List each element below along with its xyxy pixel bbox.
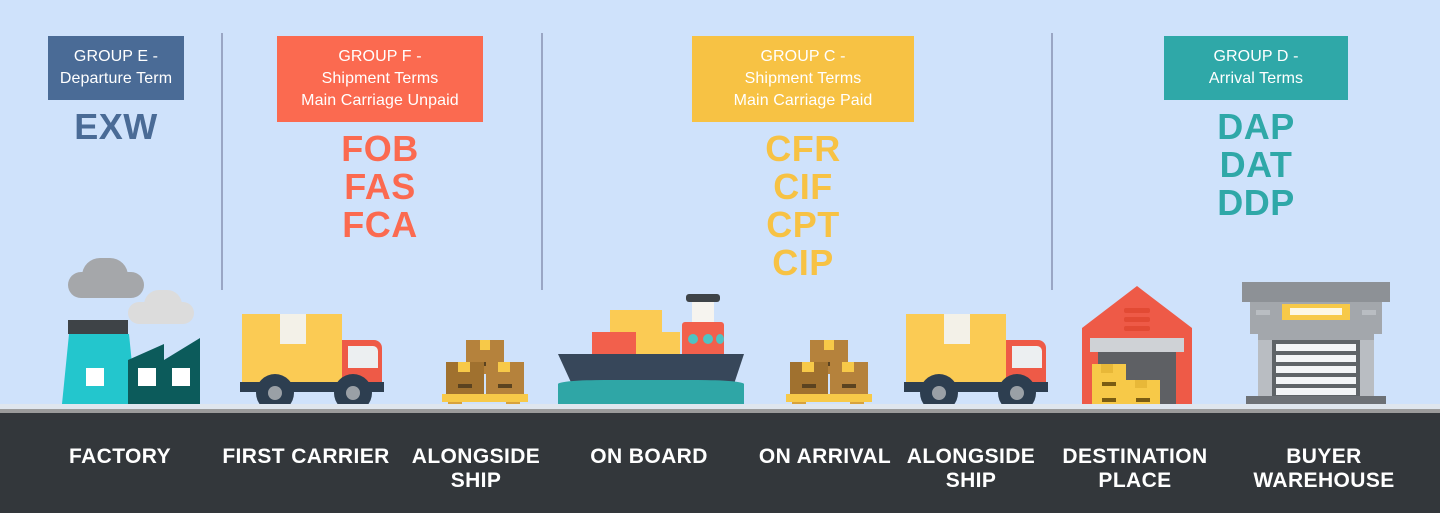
stage-label-factory: FACTORY bbox=[40, 445, 200, 469]
group-block-c: GROUP C - Shipment Terms Main Carriage P… bbox=[692, 36, 914, 282]
stage-label-line: ON ARRIVAL bbox=[758, 445, 892, 468]
group-header-line: Arrival Terms bbox=[1208, 70, 1304, 87]
group-codes-e: EXW bbox=[48, 108, 184, 146]
incoterm-code: FCA bbox=[342, 204, 418, 245]
cargo-ship-icon bbox=[558, 286, 744, 406]
divider-line-1 bbox=[221, 33, 223, 290]
group-block-d: GROUP D - Arrival Terms DAP DAT DDP bbox=[1164, 36, 1348, 222]
group-header-line: Main Carriage Paid bbox=[733, 92, 873, 109]
stage-label-alongside-ship-destination: ALONGSIDE SHIP bbox=[900, 445, 1042, 493]
incoterm-code: CPT bbox=[766, 204, 840, 245]
stage-label-line: ALONGSIDE bbox=[411, 445, 541, 468]
truck-icon bbox=[902, 306, 1052, 412]
incoterm-code: CIF bbox=[773, 166, 833, 207]
group-block-f: GROUP F - Shipment Terms Main Carriage U… bbox=[277, 36, 483, 244]
incoterm-code: FAS bbox=[344, 166, 416, 207]
truck-icon bbox=[238, 306, 388, 412]
stage-label-line: ALONGSIDE bbox=[906, 445, 1036, 468]
infographic-canvas: GROUP E - Departure Term EXW GROUP F - S… bbox=[0, 0, 1440, 513]
incoterm-code: CFR bbox=[765, 128, 841, 169]
stage-label-destination-place: DESTINATION PLACE bbox=[1046, 445, 1224, 493]
group-header-line: Departure Term bbox=[59, 70, 173, 87]
stage-label-line: BUYER bbox=[1286, 445, 1362, 468]
stage-label-line: PLACE bbox=[1098, 469, 1172, 492]
group-header-line: GROUP C - bbox=[760, 48, 846, 65]
stage-label-on-arrival: ON ARRIVAL bbox=[748, 445, 902, 469]
incoterm-code: CIP bbox=[772, 242, 834, 283]
group-header-line: GROUP F - bbox=[338, 48, 422, 65]
incoterm-code: DAP bbox=[1217, 106, 1295, 147]
pallet-boxes-icon bbox=[442, 340, 528, 406]
stage-label-line: SHIP bbox=[945, 469, 997, 492]
group-codes-c: CFR CIF CPT CIP bbox=[692, 130, 914, 282]
divider-line-3 bbox=[1051, 33, 1053, 290]
group-block-e: GROUP E - Departure Term EXW bbox=[48, 36, 184, 146]
group-codes-d: DAP DAT DDP bbox=[1164, 108, 1348, 222]
stage-label-line: WAREHOUSE bbox=[1253, 469, 1395, 492]
group-header-line: GROUP E - bbox=[73, 48, 159, 65]
group-header-f: GROUP F - Shipment Terms Main Carriage U… bbox=[277, 36, 483, 122]
divider-line-2 bbox=[541, 33, 543, 290]
factory-icon bbox=[52, 258, 202, 406]
stage-label-buyer-warehouse: BUYER WAREHOUSE bbox=[1232, 445, 1416, 493]
group-header-d: GROUP D - Arrival Terms bbox=[1164, 36, 1348, 100]
warehouse-icon bbox=[1082, 286, 1192, 406]
stage-label-line: DESTINATION bbox=[1062, 445, 1208, 468]
incoterm-code: FOB bbox=[341, 128, 419, 169]
incoterm-code: EXW bbox=[74, 106, 158, 147]
incoterm-code: DAT bbox=[1219, 144, 1293, 185]
group-header-e: GROUP E - Departure Term bbox=[48, 36, 184, 100]
group-header-line: Main Carriage Unpaid bbox=[301, 92, 459, 109]
stage-label-first-carrier: FIRST CARRIER bbox=[218, 445, 394, 469]
stage-label-alongside-ship-origin: ALONGSIDE SHIP bbox=[405, 445, 547, 493]
group-header-line: Shipment Terms bbox=[321, 70, 439, 87]
stage-label-on-board: ON BOARD bbox=[570, 445, 728, 469]
incoterm-code: DDP bbox=[1217, 182, 1295, 223]
group-header-line: Shipment Terms bbox=[744, 70, 862, 87]
stage-label-line: ON BOARD bbox=[590, 445, 708, 468]
group-codes-f: FOB FAS FCA bbox=[277, 130, 483, 244]
pallet-boxes-icon bbox=[786, 340, 872, 406]
group-header-c: GROUP C - Shipment Terms Main Carriage P… bbox=[692, 36, 914, 122]
buyer-warehouse-icon bbox=[1238, 282, 1394, 406]
stage-label-line: FIRST CARRIER bbox=[222, 445, 390, 468]
stage-label-line: SHIP bbox=[450, 469, 502, 492]
group-header-line: GROUP D - bbox=[1213, 48, 1299, 65]
stage-label-line: FACTORY bbox=[69, 445, 171, 468]
